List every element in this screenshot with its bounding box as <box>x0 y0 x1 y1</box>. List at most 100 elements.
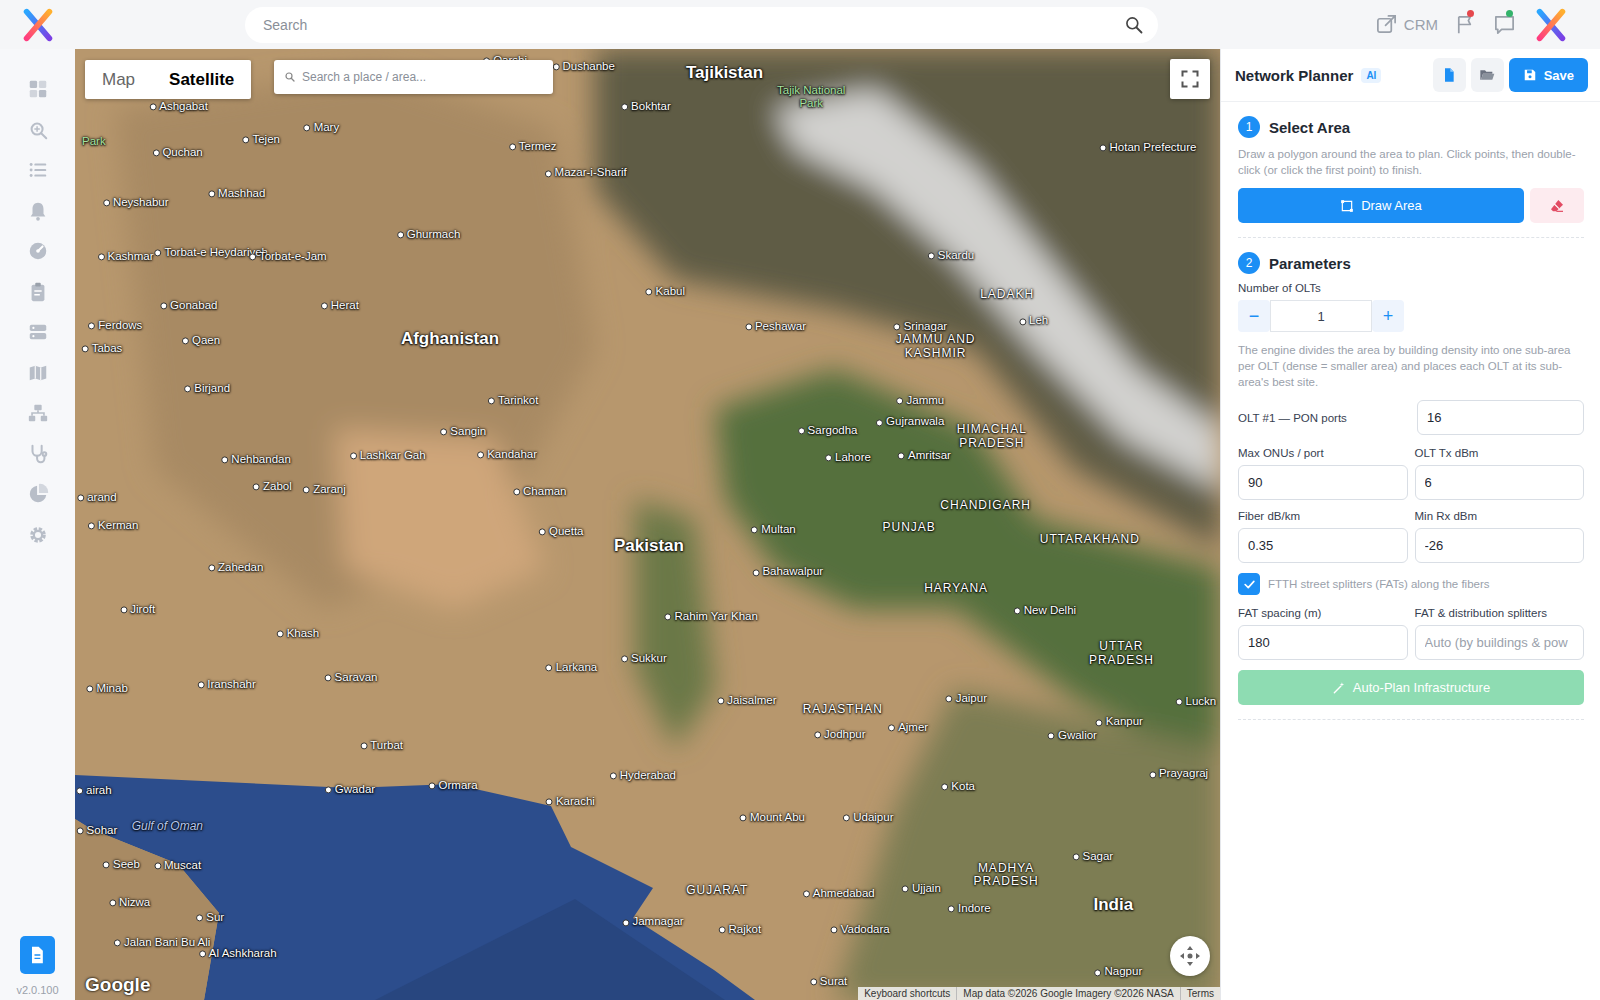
search-icon[interactable] <box>1124 15 1144 35</box>
sidebar-item[interactable] <box>18 353 58 394</box>
map-label[interactable]: CHANDIGARH <box>940 499 1031 513</box>
map-label[interactable]: Gujranwala <box>876 416 944 429</box>
messages-button[interactable] <box>1493 13 1516 36</box>
save-button[interactable]: Save <box>1509 58 1588 92</box>
map-label[interactable]: airah <box>76 784 112 797</box>
map-label[interactable]: RAJASTHAN <box>803 703 883 717</box>
map-label[interactable]: Zahedan <box>208 562 263 575</box>
map-label[interactable]: Sagar <box>1073 851 1114 864</box>
sidebar-item[interactable] <box>18 191 58 232</box>
camera-control[interactable] <box>1170 936 1210 976</box>
map-label[interactable]: Sukkur <box>621 653 667 666</box>
map-label[interactable]: Sur <box>196 912 224 925</box>
map-label[interactable]: Al Ashkharah <box>199 947 277 960</box>
map-label[interactable]: Multan <box>751 523 796 536</box>
olt-count-input[interactable] <box>1270 300 1372 332</box>
map-label[interactable]: Saravan <box>325 671 378 684</box>
map-label[interactable]: Gwadar <box>325 783 375 796</box>
map-label[interactable]: Seeb <box>103 859 140 872</box>
map-label[interactable]: Herat <box>321 300 359 313</box>
map-type-tab[interactable]: Satellite <box>152 60 251 99</box>
map-label[interactable]: PUNJAB <box>883 521 936 535</box>
map-label[interactable]: Ashgabat <box>149 101 208 114</box>
brand-logo-icon[interactable] <box>19 6 57 44</box>
sidebar-item[interactable] <box>18 474 58 515</box>
map-label[interactable]: Kabul <box>646 285 685 298</box>
sidebar-item[interactable] <box>18 434 58 475</box>
map-label[interactable]: Neyshabur <box>103 196 169 209</box>
map-label[interactable]: Termez <box>509 140 557 153</box>
sidebar-item[interactable] <box>18 272 58 313</box>
map-label[interactable]: Ujjain <box>902 882 941 895</box>
map-label[interactable]: HIMACHAL PRADESH <box>937 423 1047 451</box>
map-label[interactable]: Gwalior <box>1048 729 1097 742</box>
fat-checkbox[interactable] <box>1238 573 1260 595</box>
map-label[interactable]: India <box>1093 895 1133 915</box>
sidebar-item[interactable] <box>18 150 58 191</box>
map-label[interactable]: Chaman <box>513 485 566 498</box>
map-label[interactable]: Udaipur <box>843 812 893 825</box>
map-label[interactable]: Hotan Prefecture <box>1099 141 1196 154</box>
sidebar-item[interactable] <box>18 110 58 151</box>
pon-ports-input[interactable] <box>1417 400 1584 435</box>
user-logo-icon[interactable] <box>1532 6 1570 44</box>
map-label[interactable]: Hyderabad <box>610 769 676 782</box>
map-label[interactable]: GUJARAT <box>686 884 748 898</box>
map-view[interactable]: AshgabatMaryTejenQarshiDushanbeTajikista… <box>75 49 1220 1000</box>
map-label[interactable]: Sohar <box>77 824 118 837</box>
map-label[interactable]: Lahore <box>825 452 871 465</box>
map-label[interactable]: New Delhi <box>1014 605 1076 618</box>
map-label[interactable]: Mary <box>304 121 340 134</box>
map-label[interactable]: Mazar-i-Sharif <box>545 167 627 180</box>
clear-area-button[interactable] <box>1530 188 1584 223</box>
map-label[interactable]: Tajik National Park <box>766 84 856 110</box>
map-label[interactable]: Bahawalpur <box>752 566 823 579</box>
map-label[interactable]: MADHYA PRADESH <box>951 862 1061 890</box>
map-label[interactable]: UTTAR PRADESH <box>1072 640 1171 668</box>
sidebar-item[interactable] <box>18 69 58 110</box>
map-label[interactable]: Kerman <box>88 519 138 532</box>
reports-button[interactable] <box>1454 13 1477 36</box>
map-label[interactable]: Gulf of Oman <box>132 820 203 834</box>
map-label[interactable]: Sargodha <box>798 424 858 437</box>
map-label[interactable]: Ahmedabad <box>803 887 875 900</box>
parameter-input[interactable] <box>1415 528 1585 563</box>
map-label[interactable]: Luckn <box>1176 695 1217 708</box>
map-label[interactable]: Kandahar <box>477 448 537 461</box>
map-label[interactable]: LADAKH <box>980 288 1034 302</box>
map-label[interactable]: Quchan <box>152 146 202 159</box>
map-label[interactable]: Jamnagar <box>622 916 683 929</box>
map-label[interactable]: Kota <box>941 780 975 793</box>
map-label[interactable]: Rahim Yar Khan <box>665 611 758 624</box>
draw-area-button[interactable]: Draw Area <box>1238 188 1524 223</box>
parameter-input[interactable] <box>1415 465 1585 500</box>
map-label[interactable]: Muscat <box>154 860 201 873</box>
new-plan-button[interactable] <box>1433 58 1466 92</box>
global-search[interactable]: Search <box>245 7 1158 43</box>
map-label[interactable]: Gonabad <box>160 300 217 313</box>
place-search[interactable]: Search a place / area... <box>274 60 553 94</box>
map-label[interactable]: Turbat <box>360 739 403 752</box>
fat-checkbox-row[interactable]: FTTH street splitters (FATs) along the f… <box>1238 573 1584 595</box>
sidebar-item[interactable] <box>18 231 58 272</box>
docs-button[interactable] <box>20 936 55 974</box>
increment-button[interactable]: + <box>1372 300 1404 332</box>
map-label[interactable]: Tarinkot <box>488 394 538 407</box>
map-label[interactable]: arand <box>77 491 116 504</box>
map-label[interactable]: Skardu <box>928 250 974 263</box>
map-label[interactable]: Ajmer <box>888 721 928 734</box>
map-label[interactable]: Jiroft <box>120 604 155 617</box>
map-label[interactable]: Jaipur <box>946 692 987 705</box>
map-label[interactable]: Afghanistan <box>401 329 499 349</box>
map-label[interactable]: Park <box>82 135 106 148</box>
map-label[interactable]: Zaranj <box>303 483 346 496</box>
map-type-tab[interactable]: Map <box>85 60 152 99</box>
fat-input[interactable] <box>1238 625 1408 660</box>
open-plan-button[interactable] <box>1471 58 1504 92</box>
fullscreen-button[interactable] <box>1170 59 1210 99</box>
map-label[interactable]: Lashkar Gah <box>350 450 426 463</box>
fat-input[interactable] <box>1415 625 1585 660</box>
map-label[interactable]: Surat <box>810 975 848 988</box>
google-logo[interactable]: Google <box>85 974 150 996</box>
map-label[interactable]: Mount Abu <box>740 812 805 825</box>
